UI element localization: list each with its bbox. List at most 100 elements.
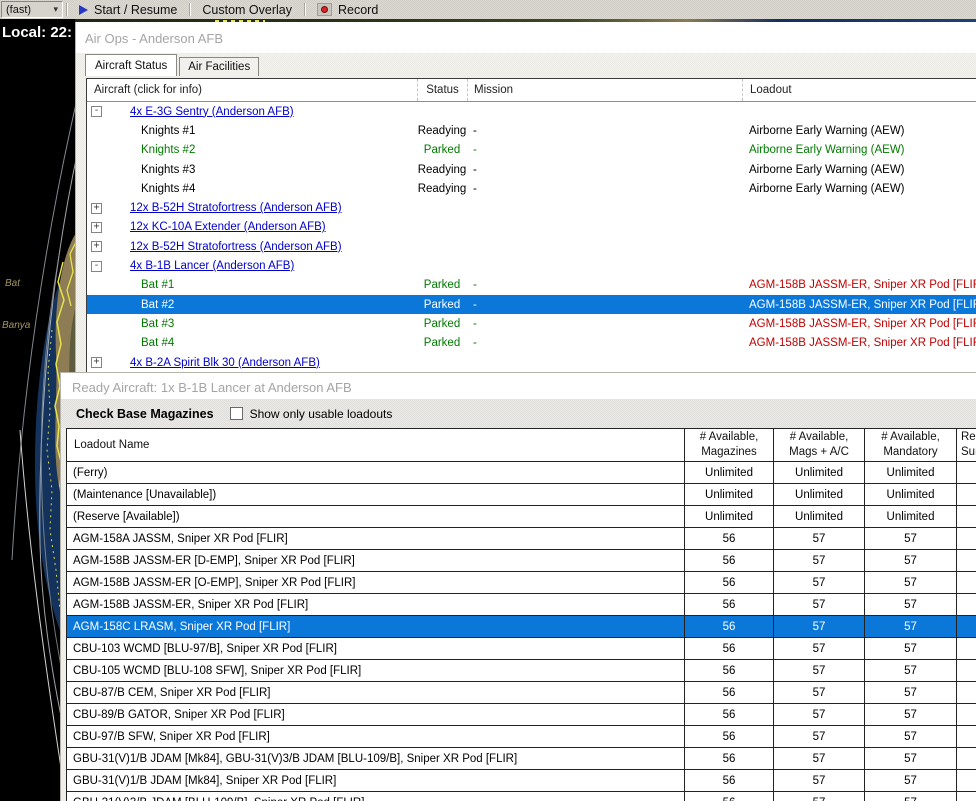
loadout-extra-cell (957, 748, 976, 769)
aircraft-name-cell: Knights #3 (87, 160, 417, 179)
loadout-value-cell: 57 (865, 726, 957, 747)
loadout-cell: AGM-158B JASSM-ER, Sniper XR Pod [FLIR] (749, 317, 976, 330)
show-usable-checkbox[interactable] (229, 407, 243, 420)
header-line: # Available, (699, 431, 759, 444)
aircraft-name-cell: Bat #3 (87, 314, 417, 333)
aircraft-row[interactable]: Bat #1 Parked - AGM-158B JASSM-ER, Sniper X… (87, 276, 976, 295)
loadout-name-cell: CBU-89/B GATOR, Sniper XR Pod [FLIR] (67, 704, 685, 725)
check-base-magazines-button[interactable]: Check Base Magazines (76, 407, 214, 421)
loadout-value-cell: 57 (774, 528, 865, 549)
expander-minus-icon[interactable]: - (91, 260, 102, 272)
expander-plus-icon[interactable]: + (91, 241, 102, 253)
show-usable-label[interactable]: Show only usable loadouts (250, 407, 393, 421)
aircraft-group-row[interactable]: +12x B-52H Stratofortress (Anderson AFB) (87, 198, 976, 217)
aircraft-row[interactable]: Bat #2 Parked - AGM-158B JASSM-ER, Sniper X… (87, 294, 976, 315)
toolbar-separator (66, 3, 67, 16)
loadout-extra-cell (957, 550, 976, 571)
loadout-extra-cell (957, 616, 976, 637)
loadout-value-cell: 56 (685, 726, 774, 747)
header-line: Loadout Name (74, 438, 150, 451)
aircraft-name: Knights #4 (141, 182, 196, 195)
tab-aircraft-status[interactable]: Aircraft Status (85, 54, 178, 76)
record-button[interactable]: Record (308, 0, 387, 19)
custom-overlay-button[interactable]: Custom Overlay (193, 0, 301, 19)
aircraft-group-row[interactable]: - 4x E-3G Sentry (Anderson AFB) (87, 102, 976, 121)
aircraft-row[interactable]: Bat #3 Parked - AGM-158B JASSM-ER, Sniper X… (87, 314, 976, 333)
map-label: Banya (2, 320, 31, 331)
aircraft-row[interactable]: Knights #4 Readying - Airborne Early Warnin… (87, 179, 976, 198)
aircraft-group-link[interactable]: 4x B-1B Lancer (Anderson AFB) (130, 260, 294, 272)
tab-air-facilities[interactable]: Air Facilities (179, 57, 260, 76)
custom-overlay-label: Custom Overlay (202, 2, 292, 17)
aircraft-group-row[interactable]: - 4x B-1B Lancer (Anderson AFB) (87, 256, 976, 275)
loadout-row[interactable]: CBU-97/B SFW, Sniper XR Pod [FLIR] 56 57 57 (67, 726, 976, 748)
aircraft-row[interactable]: Knights #3 Readying - Airborne Early Warnin… (87, 160, 976, 179)
aircraft-row[interactable]: Knights #2 Parked - Airborne Early Warning … (87, 141, 976, 160)
loadout-col-header: Loadout Name (67, 429, 685, 461)
loadout-row[interactable]: GBU-31(V)1/B JDAM [Mk84], Sniper XR Pod … (67, 770, 976, 792)
expander-plus-icon[interactable]: + (91, 221, 102, 233)
loadout-cell: AGM-158B JASSM-ER, Sniper XR Pod [FLIR] (749, 337, 976, 350)
aircraft-group-row[interactable]: +12x B-52H Stratofortress (Anderson AFB) (87, 237, 976, 256)
expander-minus-icon[interactable]: - (91, 106, 102, 118)
start-resume-button[interactable]: Start / Resume (70, 0, 186, 19)
loadout-name-cell: AGM-158B JASSM-ER [D-EMP], Sniper XR Pod… (67, 550, 685, 571)
loadout-name-cell: (Reserve [Available]) (67, 506, 685, 527)
aircraft-row[interactable]: Knights #1 Readying - Airborne Early Warnin… (87, 121, 976, 140)
loadout-value-cell: Unlimited (685, 462, 774, 483)
time-compression-select[interactable]: (fast) ▾ (1, 1, 63, 18)
loadout-row[interactable]: (Ferry) Unlimited Unlimited Unlimited (67, 462, 976, 484)
loadout-row[interactable]: AGM-158B JASSM-ER [O-EMP], Sniper XR Pod… (67, 572, 976, 594)
aircraft-group-link[interactable]: 4x B-2A Spirit Blk 30 (Anderson AFB) (130, 357, 320, 369)
loadout-row[interactable]: AGM-158B JASSM-ER [D-EMP], Sniper XR Pod… (67, 550, 976, 572)
expander-plus-icon[interactable]: + (91, 202, 102, 214)
aircraft-group-link[interactable]: 12x B-52H Stratofortress (Anderson AFB) (130, 202, 342, 214)
loadout-row[interactable]: CBU-89/B GATOR, Sniper XR Pod [FLIR] 56 57… (67, 704, 976, 726)
header-line: # Available, (881, 431, 940, 444)
loadout-extra-cell (957, 660, 976, 681)
loadout-value-cell: 56 (685, 638, 774, 659)
aircraft-name: Bat #1 (141, 279, 175, 292)
loadout-value-cell: 56 (685, 792, 774, 801)
loadout-row[interactable]: (Reserve [Available]) Unlimited Unlimited U… (67, 506, 976, 528)
header-line: Re (961, 431, 976, 444)
aircraft-group-link[interactable]: 4x E-3G Sentry (Anderson AFB) (130, 106, 294, 118)
expander-plus-icon[interactable]: + (91, 357, 102, 368)
loadout-row[interactable]: GBU-31(V)1/B JDAM [Mk84], GBU-31(V)3/B J… (67, 748, 976, 770)
aircraft-group-link[interactable]: 12x KC-10A Extender (Anderson AFB) (130, 221, 326, 233)
col-loadout: Loadout (742, 79, 976, 101)
aircraft-name-cell: - 4x E-3G Sentry (Anderson AFB) (87, 102, 417, 121)
loadout-row[interactable]: GBU-31(V)3/B JDAM [BLU-109/B], Sniper XR… (67, 792, 976, 801)
loadout-value-cell: Unlimited (865, 462, 957, 483)
aircraft-group-row[interactable]: +12x KC-10A Extender (Anderson AFB) (87, 218, 976, 237)
loadout-row[interactable]: AGM-158A JASSM, Sniper XR Pod [FLIR] 56 57… (67, 528, 976, 550)
loadout-value-cell: 57 (774, 792, 865, 801)
loadout-name-cell: (Ferry) (67, 462, 685, 483)
loadout-row[interactable]: CBU-103 WCMD [BLU-97/B], Sniper XR Pod [… (67, 638, 976, 660)
loadout-row[interactable]: (Maintenance [Unavailable]) Unlimited Unli… (67, 484, 976, 506)
aircraft-group-row[interactable]: +4x B-2A Spirit Blk 30 (Anderson AFB) (87, 353, 976, 372)
loadout-row[interactable]: CBU-87/B CEM, Sniper XR Pod [FLIR] 56 57 57 (67, 682, 976, 704)
aircraft-row[interactable]: Bat #4 Parked - AGM-158B JASSM-ER, Sniper X… (87, 334, 976, 353)
aircraft-name: Bat #2 (141, 298, 175, 311)
loadout-row[interactable]: CBU-105 WCMD [BLU-108 SFW], Sniper XR Po… (67, 660, 976, 682)
loadout-name-cell: AGM-158C LRASM, Sniper XR Pod [FLIR] (67, 616, 685, 637)
aircraft-name: Bat #3 (141, 317, 175, 330)
col-aircraft: Aircraft (click for info) (94, 84, 202, 96)
ready-aircraft-dialog: Ready Aircraft: 1x B-1B Lancer at Anders… (60, 372, 976, 801)
loadout-value-cell: 57 (774, 616, 865, 637)
loadout-cell: Airborne Early Warning (AEW) (749, 182, 905, 195)
ready-aircraft-title: Ready Aircraft: 1x B-1B Lancer at Anders… (61, 373, 976, 399)
loadout-value-cell: 57 (865, 770, 957, 791)
loadout-value-cell: 57 (865, 550, 957, 571)
mission-cell: - (473, 317, 477, 330)
loadout-value-cell: 56 (685, 748, 774, 769)
loadout-extra-cell (957, 572, 976, 593)
loadout-name-cell: AGM-158A JASSM, Sniper XR Pod [FLIR] (67, 528, 685, 549)
status-cell: Readying (417, 182, 467, 195)
loadout-name-cell: (Maintenance [Unavailable]) (67, 484, 685, 505)
loadout-row[interactable]: AGM-158C LRASM, Sniper XR Pod [FLIR] 56 57… (67, 616, 976, 638)
loadout-row[interactable]: AGM-158B JASSM-ER, Sniper XR Pod [FLIR] 5… (67, 594, 976, 616)
status-cell: Parked (423, 144, 461, 157)
aircraft-group-link[interactable]: 12x B-52H Stratofortress (Anderson AFB) (130, 241, 342, 253)
